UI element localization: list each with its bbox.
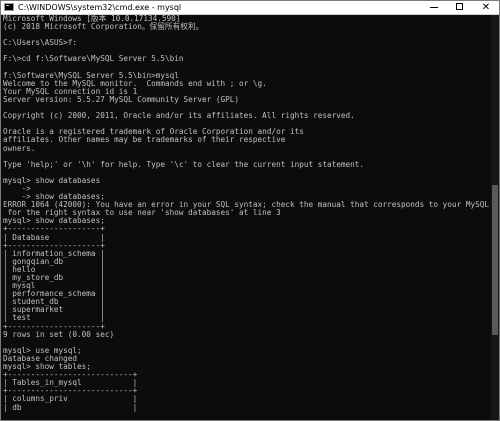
vertical-scrollbar[interactable]	[491, 15, 499, 420]
console-line: 9 rows in set (0.00 sec)	[3, 329, 115, 339]
console-line: | db |	[3, 402, 138, 412]
console-line: (c) 2018 Microsoft Corporation。保留所有权利。	[3, 22, 204, 32]
maximize-button[interactable]	[447, 1, 473, 14]
cmd-window: C:\WINDOWS\system32\cmd.exe - mysql ✕ Mi…	[0, 0, 500, 421]
console-text: Microsoft Windows [版本 10.0.17134.590] (c…	[3, 15, 491, 412]
console-line: F:\>cd f:\Software\MySQL Server 5.5\bin	[3, 54, 184, 64]
close-button[interactable]: ✕	[473, 1, 499, 14]
minimize-button[interactable]	[421, 1, 447, 14]
title-bar[interactable]: C:\WINDOWS\system32\cmd.exe - mysql ✕	[1, 1, 499, 15]
window-controls: ✕	[421, 1, 499, 14]
console-line: owners.	[3, 143, 36, 153]
console-line: C:\Users\ASUS>f:	[3, 38, 78, 48]
cmd-app-icon[interactable]	[4, 3, 14, 11]
console-output[interactable]: Microsoft Windows [版本 10.0.17134.590] (c…	[3, 15, 491, 420]
console-line: Server version: 5.5.27 MySQL Community S…	[3, 94, 240, 104]
window-title: C:\WINDOWS\system32\cmd.exe - mysql	[18, 3, 182, 12]
console-line: Type 'help;' or '\h' for help. Type '\c'…	[3, 159, 365, 169]
scrollbar-thumb[interactable]	[492, 185, 498, 335]
console-line: affiliates. Other names may be trademark…	[3, 135, 286, 145]
console-line: Copyright (c) 2000, 2011, Oracle and/or …	[3, 111, 355, 121]
